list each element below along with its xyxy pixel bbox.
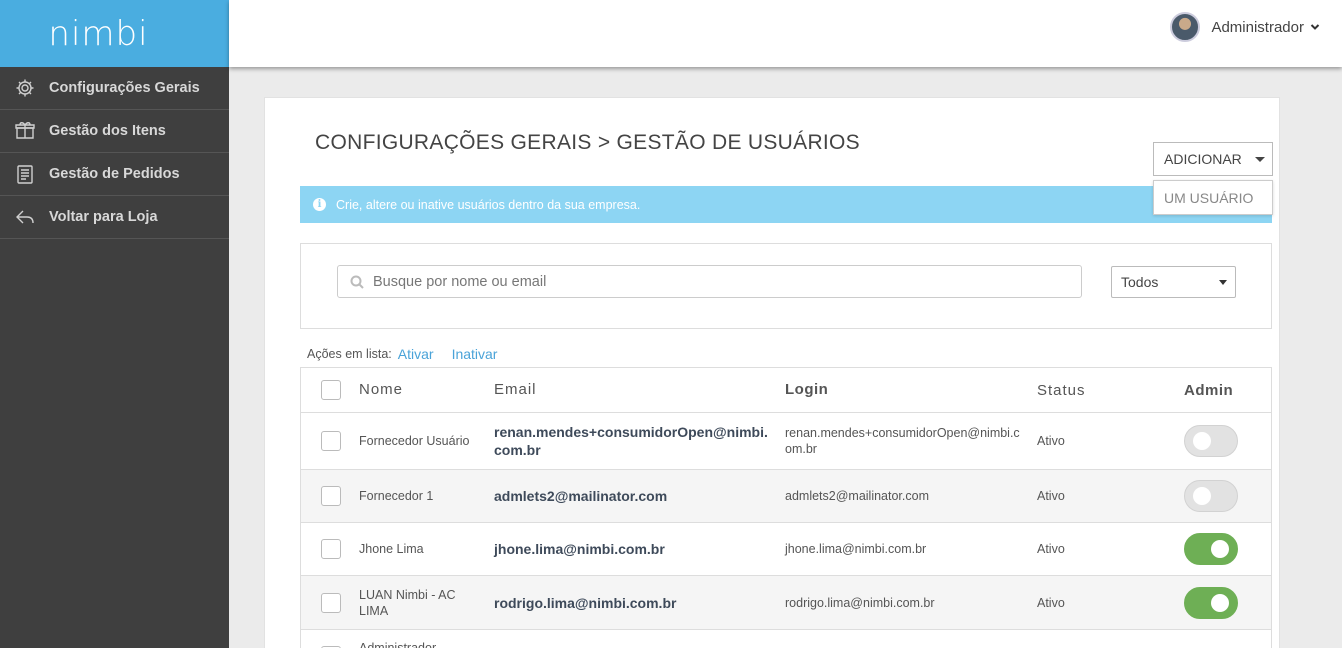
add-dropdown-menu: UM USUÁRIO [1153, 180, 1273, 215]
sidebar-item-gestao-itens[interactable]: Gestão dos Itens [0, 110, 229, 153]
admin-toggle[interactable] [1184, 533, 1238, 565]
user-name-cell: LUAN Nimbi - AC LIMA [359, 587, 456, 618]
add-button-label: ADICIONAR [1164, 151, 1242, 167]
toggle-knob [1193, 487, 1211, 505]
admin-toggle[interactable] [1184, 586, 1238, 619]
avatar [1170, 12, 1201, 42]
toggle-knob [1193, 432, 1211, 450]
select-all-checkbox[interactable] [321, 380, 341, 400]
user-name: Administrador [1211, 18, 1304, 36]
add-button[interactable]: ADICIONAR [1153, 142, 1273, 176]
row-checkbox[interactable] [321, 431, 341, 451]
row-checkbox[interactable] [321, 486, 341, 506]
sidebar-item-gestao-pedidos[interactable]: Gestão de Pedidos [0, 153, 229, 196]
user-menu[interactable]: Administrador [1170, 12, 1320, 42]
sidebar-item-label: Configurações Gerais [49, 80, 200, 96]
activate-link[interactable]: Ativar [398, 346, 434, 362]
sidebar-item-label: Voltar para Loja [49, 209, 158, 225]
user-name-cell: Fornecedor 1 [359, 489, 434, 503]
user-name-cell: Fornecedor Usuário [359, 434, 470, 448]
column-header-name[interactable]: Nome [359, 382, 484, 398]
admin-toggle[interactable] [1184, 425, 1238, 457]
user-name-cell: Administrador [359, 641, 437, 648]
sidebar-item-configuracoes-gerais[interactable]: Configurações Gerais [0, 67, 229, 110]
user-login-cell: renan.mendes+consumidorOpen@nimbi.com.br [785, 426, 1020, 456]
user-email-cell: renan.mendes+consumidorOpen@nimbi.com.br [494, 424, 768, 458]
sidebar-item-label: Gestão de Pedidos [49, 166, 180, 182]
caret-down-icon [1254, 156, 1265, 162]
user-login-cell: rodrigo.lima@nimbi.com.br [785, 595, 935, 610]
admin-toggle-cell [1184, 533, 1238, 565]
admin-toggle-cell [1184, 586, 1238, 619]
user-status-cell: Ativo [1037, 489, 1065, 503]
search-icon [350, 275, 364, 289]
sidebar-item-label: Gestão dos Itens [49, 123, 166, 139]
row-checkbox[interactable] [321, 592, 341, 613]
alert-text: Crie, altere ou inative usuários dentro … [336, 197, 641, 212]
user-status-cell: Ativo [1037, 595, 1065, 610]
column-header-status[interactable]: Status [1037, 382, 1086, 399]
row-checkbox[interactable] [321, 539, 341, 559]
bulk-actions-label: Ações em lista: [307, 347, 392, 361]
user-name-cell: Jhone Lima [359, 542, 424, 556]
toggle-knob [1211, 540, 1229, 558]
page-title: CONFIGURAÇÕES GERAIS > GESTÃO DE USUÁRIO… [315, 131, 860, 154]
bulk-actions: Ações em lista: Ativar Inativar [307, 346, 497, 362]
gear-icon [14, 77, 36, 99]
top-bar: Administrador [229, 0, 1342, 67]
menu-item-add-user[interactable]: UM USUÁRIO [1154, 181, 1272, 215]
user-email-cell: admlets2@mailinator.com [494, 488, 668, 504]
admin-toggle-cell [1184, 425, 1238, 457]
chevron-down-icon [1310, 24, 1320, 30]
sidebar-item-voltar-loja[interactable]: Voltar para Loja [0, 196, 229, 239]
search-input[interactable] [373, 273, 1053, 290]
info-icon: i [313, 198, 326, 211]
user-login-cell: jhone.lima@nimbi.com.br [785, 542, 927, 556]
user-email-cell: rodrigo.lima@nimbi.com.br [494, 594, 677, 611]
user-status-cell: Ativo [1037, 542, 1065, 556]
table-row[interactable]: LUAN Nimbi - AC LIMA rodrigo.lima@nimbi.… [301, 576, 1271, 630]
admin-toggle-cell [1184, 480, 1238, 512]
admin-toggle[interactable] [1184, 480, 1238, 512]
main-card: CONFIGURAÇÕES GERAIS > GESTÃO DE USUÁRIO… [264, 97, 1280, 648]
reply-arrow-icon [14, 206, 36, 228]
toggle-knob [1211, 593, 1229, 612]
table-row[interactable]: Administrador [301, 630, 1271, 648]
box-icon [14, 120, 36, 142]
table-header: Nome Email Login Status Admin [301, 368, 1271, 413]
table-row[interactable]: Jhone Lima jhone.lima@nimbi.com.br jhone… [301, 523, 1271, 576]
column-header-login[interactable]: Login [785, 382, 1025, 398]
caret-down-icon [1219, 280, 1227, 285]
deactivate-link[interactable]: Inativar [452, 346, 498, 362]
column-header-email[interactable]: Email [494, 381, 769, 399]
logo[interactable]: nimbi [0, 0, 229, 67]
user-email-cell: jhone.lima@nimbi.com.br [494, 541, 665, 557]
info-alert: i Crie, altere ou inative usuários dentr… [300, 186, 1272, 223]
logo-text: nimbi [48, 13, 149, 54]
users-table: Nome Email Login Status Admin Fornecedor… [300, 367, 1272, 648]
status-filter-select[interactable]: Todos [1111, 266, 1236, 298]
user-login-cell: admlets2@mailinator.com [785, 489, 929, 503]
sidebar: nimbi Configurações Gerais Gestão dos It… [0, 0, 229, 648]
table-row[interactable]: Fornecedor Usuário renan.mendes+consumid… [301, 413, 1271, 470]
clipboard-icon [14, 163, 36, 185]
table-row[interactable]: Fornecedor 1 admlets2@mailinator.com adm… [301, 470, 1271, 523]
column-header-admin[interactable]: Admin [1184, 382, 1233, 399]
user-status-cell: Ativo [1037, 434, 1065, 448]
status-filter-value: Todos [1121, 274, 1159, 290]
search-box[interactable] [337, 265, 1082, 298]
filter-panel: Todos [300, 243, 1272, 329]
